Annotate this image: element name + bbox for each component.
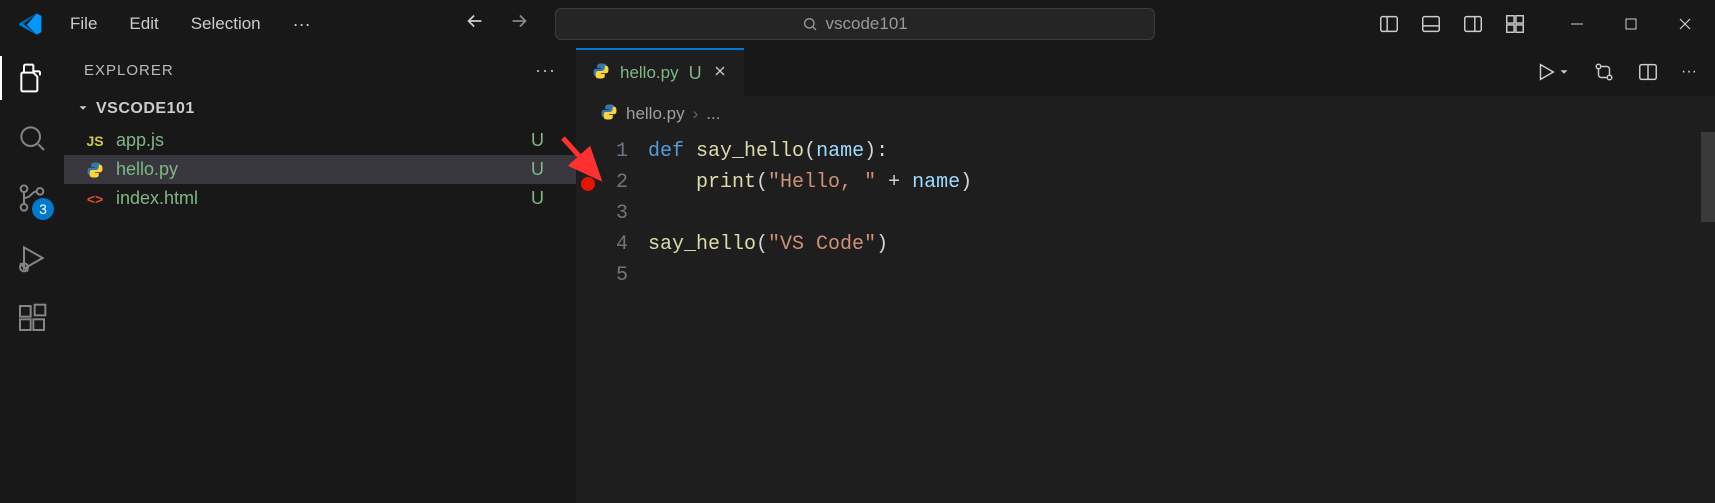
nav-back-icon[interactable]	[463, 10, 487, 39]
activity-source-control-icon[interactable]: 3	[14, 180, 50, 216]
menu-edit[interactable]: Edit	[115, 8, 172, 40]
toggle-primary-sidebar-icon[interactable]	[1377, 12, 1401, 36]
activity-bar: 3	[0, 48, 64, 503]
split-editor-icon[interactable]	[1637, 61, 1659, 83]
file-name: hello.py	[116, 159, 521, 180]
breadcrumb-file: hello.py	[626, 104, 685, 124]
editor-more-icon[interactable]: ···	[1681, 63, 1697, 81]
file-name: app.js	[116, 130, 521, 151]
breadcrumb-more: ...	[706, 104, 720, 124]
html-file-icon: <>	[84, 191, 106, 207]
sidebar-title: EXPLORER	[84, 62, 174, 79]
code-editor[interactable]: 1 2 3 4 5 def say_hello(name): print("He…	[576, 132, 1715, 503]
vscode-logo-icon	[16, 10, 44, 38]
breakpoint-gutter[interactable]	[576, 132, 600, 503]
python-file-icon	[600, 103, 618, 126]
tab-close-icon[interactable]	[712, 63, 728, 84]
folder-name: VSCODE101	[96, 100, 195, 118]
chevron-right-icon: ›	[693, 104, 699, 124]
code-content[interactable]: def say_hello(name): print("Hello, " + n…	[648, 132, 1715, 503]
command-center-search[interactable]: vscode101	[555, 8, 1155, 40]
editor-tab-hellopy[interactable]: hello.py U	[576, 48, 744, 96]
tab-status: U	[689, 63, 702, 84]
customize-layout-icon[interactable]	[1503, 12, 1527, 36]
run-file-icon[interactable]	[1535, 61, 1571, 83]
file-item-indexhtml[interactable]: <> index.html U	[64, 184, 576, 213]
activity-extensions-icon[interactable]	[14, 300, 50, 336]
editor-tabs: hello.py U ···	[576, 48, 1715, 96]
file-status: U	[531, 188, 556, 209]
sidebar-more-icon[interactable]: ···	[535, 60, 556, 81]
title-bar: File Edit Selection ··· vscode101	[0, 0, 1715, 48]
file-status: U	[531, 130, 556, 151]
git-compare-icon[interactable]	[1593, 61, 1615, 83]
file-item-appjs[interactable]: JS app.js U	[64, 126, 576, 155]
menu-overflow-icon[interactable]: ···	[279, 8, 325, 41]
breadcrumb[interactable]: hello.py › ...	[576, 96, 1715, 132]
chevron-down-icon	[76, 101, 90, 118]
toggle-panel-icon[interactable]	[1419, 12, 1443, 36]
file-item-hellopy[interactable]: hello.py U	[64, 155, 576, 184]
editor-area: hello.py U ···	[576, 48, 1715, 503]
breakpoint-icon[interactable]	[581, 177, 595, 191]
js-file-icon: JS	[84, 133, 106, 149]
python-file-icon	[592, 62, 610, 85]
window-maximize-icon[interactable]	[1619, 12, 1643, 36]
sidebar-explorer: EXPLORER ··· VSCODE101 JS app.js U	[64, 48, 576, 503]
toggle-secondary-sidebar-icon[interactable]	[1461, 12, 1485, 36]
search-label: vscode101	[826, 14, 908, 34]
window-minimize-icon[interactable]	[1565, 12, 1589, 36]
activity-search-icon[interactable]	[14, 120, 50, 156]
file-name: index.html	[116, 188, 521, 209]
menu-selection[interactable]: Selection	[177, 8, 275, 40]
menu-file[interactable]: File	[56, 8, 111, 40]
window-close-icon[interactable]	[1673, 12, 1697, 36]
file-tree: JS app.js U hello.py U <> index.html U	[64, 122, 576, 213]
editor-scrollbar[interactable]	[1701, 132, 1715, 503]
activity-run-debug-icon[interactable]	[14, 240, 50, 276]
file-status: U	[531, 159, 556, 180]
folder-section-header[interactable]: VSCODE101	[64, 96, 576, 122]
activity-explorer-icon[interactable]	[14, 60, 50, 96]
python-file-icon	[84, 161, 106, 179]
search-icon	[802, 16, 818, 32]
source-control-badge: 3	[32, 198, 54, 220]
nav-forward-icon[interactable]	[507, 10, 531, 39]
tab-filename: hello.py	[620, 63, 679, 83]
line-numbers: 1 2 3 4 5	[600, 132, 648, 503]
